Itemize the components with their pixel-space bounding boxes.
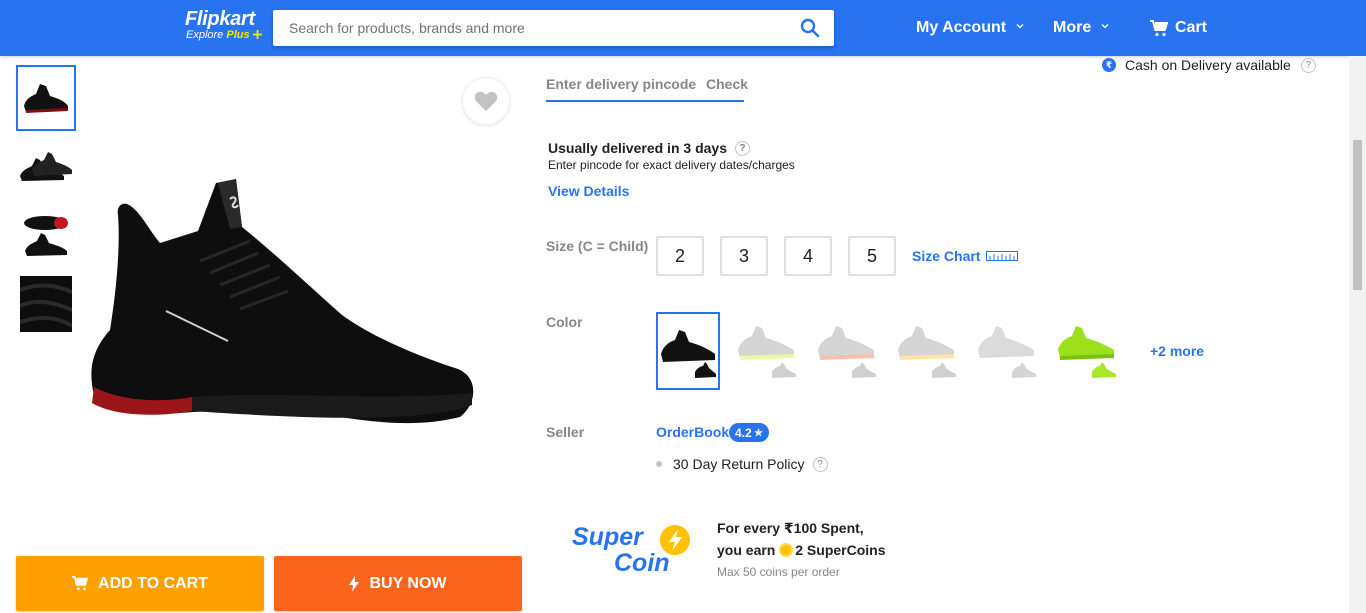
color-option-grey-red[interactable] xyxy=(816,312,880,390)
supercoin-offer: For every ₹100 Spent, you earn 2 SuperCo… xyxy=(717,520,886,558)
heart-icon xyxy=(474,91,498,111)
bullet-icon xyxy=(656,461,662,467)
page-scrollbar[interactable] xyxy=(1349,56,1366,613)
shoe-sole-image xyxy=(24,216,68,256)
fabric-closeup-image xyxy=(20,276,72,332)
size-chart-label: Size Chart xyxy=(912,248,981,264)
thumbnail-2[interactable] xyxy=(16,133,76,199)
cart-icon xyxy=(1150,19,1168,36)
thumbnail-4[interactable] xyxy=(16,271,76,337)
more-colors-link[interactable]: +2 more xyxy=(1150,343,1204,359)
delivery-estimate: Usually delivered in 3 days ? xyxy=(548,140,750,156)
seller-label: Seller xyxy=(546,424,585,440)
color-option-grey-yellow[interactable] xyxy=(736,312,800,390)
wishlist-button[interactable] xyxy=(462,77,510,125)
my-account-menu[interactable]: My Account xyxy=(916,19,1024,37)
coin-icon xyxy=(779,543,794,557)
cod-text: Cash on Delivery available xyxy=(1125,57,1291,73)
search-icon[interactable] xyxy=(800,18,820,38)
buy-now-label: BUY NOW xyxy=(369,574,447,592)
pincode-note: Enter pincode for exact delivery dates/c… xyxy=(548,158,795,172)
size-option[interactable]: 4 xyxy=(784,236,832,276)
color-option-grey[interactable] xyxy=(976,312,1040,390)
logo-tagline: Explore Plus xyxy=(186,29,262,42)
chevron-down-icon xyxy=(1101,24,1109,29)
star-icon xyxy=(753,428,763,437)
color-label: Color xyxy=(546,314,583,330)
shoe-pair-image xyxy=(20,152,72,181)
color-option-grey-orange[interactable] xyxy=(896,312,960,390)
thumbnail-3[interactable] xyxy=(16,203,76,269)
svg-text:Coin: Coin xyxy=(614,549,670,576)
pincode-field[interactable]: Enter delivery pincode Check xyxy=(546,72,748,102)
svg-text:Super: Super xyxy=(572,523,644,551)
return-policy-text: 30 Day Return Policy xyxy=(673,456,805,472)
size-label: Size (C = Child) xyxy=(546,238,649,254)
view-details-link[interactable]: View Details xyxy=(548,183,629,199)
product-main-image[interactable] xyxy=(80,165,480,435)
top-header: Flipkart Explore Plus My Account More Ca… xyxy=(0,0,1366,56)
cart-icon xyxy=(72,576,89,591)
supercoin-limit: Max 50 coins per order xyxy=(717,565,840,579)
seller-rating-badge: 4.2 xyxy=(729,423,769,442)
logo-text: Flipkart xyxy=(185,8,255,30)
supercoin-logo: Super Coin xyxy=(572,523,690,576)
pincode-placeholder: Enter delivery pincode xyxy=(546,76,697,92)
size-chart-link[interactable]: Size Chart xyxy=(912,248,1019,264)
thumbnail-1[interactable] xyxy=(16,65,76,131)
ruler-icon xyxy=(986,251,1019,261)
help-icon[interactable]: ? xyxy=(1300,57,1316,73)
my-account-label: My Account xyxy=(916,19,1007,36)
seller-name-link[interactable]: OrderBook xyxy=(656,424,729,440)
more-label: More xyxy=(1053,19,1092,36)
check-button[interactable]: Check xyxy=(706,76,748,92)
search-bar xyxy=(273,10,834,46)
chevron-down-icon xyxy=(1016,24,1023,29)
shoe-thumbnail-image xyxy=(24,84,68,113)
return-policy: 30 Day Return Policy ? xyxy=(656,456,828,472)
scrollbar-thumb[interactable] xyxy=(1353,140,1362,290)
cart-link[interactable]: Cart xyxy=(1150,19,1207,37)
size-option[interactable]: 3 xyxy=(720,236,768,276)
color-option-neon-green[interactable] xyxy=(1056,312,1120,390)
lightning-icon xyxy=(349,575,360,592)
more-menu[interactable]: More xyxy=(1053,19,1109,37)
cart-label: Cart xyxy=(1175,19,1208,36)
help-icon[interactable]: ? xyxy=(734,140,750,156)
plus-icon xyxy=(252,30,262,39)
add-to-cart-button[interactable]: ADD TO CART xyxy=(16,556,264,611)
size-option[interactable]: 5 xyxy=(848,236,896,276)
flipkart-logo[interactable]: Flipkart Explore Plus xyxy=(185,9,262,42)
add-to-cart-label: ADD TO CART xyxy=(98,574,208,592)
search-input[interactable] xyxy=(273,10,773,46)
help-icon[interactable]: ? xyxy=(812,456,828,472)
rupee-icon: ₹ xyxy=(1102,58,1116,72)
color-option-black[interactable] xyxy=(656,312,720,390)
size-option[interactable]: 2 xyxy=(656,236,704,276)
cod-info: ₹ Cash on Delivery available ? xyxy=(1102,57,1316,73)
buy-now-button[interactable]: BUY NOW xyxy=(274,556,522,611)
